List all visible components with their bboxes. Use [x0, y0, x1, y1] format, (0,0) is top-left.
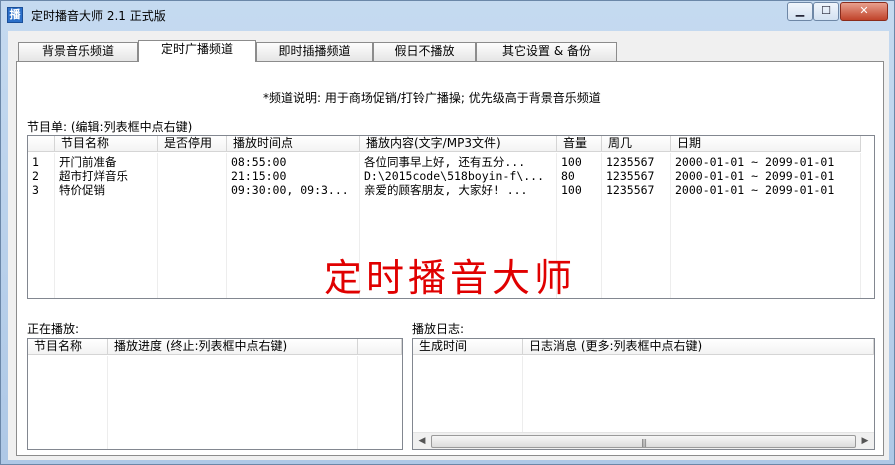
- minimize-button[interactable]: ▁: [787, 2, 813, 21]
- horizontal-scrollbar[interactable]: ◀ ||| ▶: [413, 432, 874, 449]
- col-log-message[interactable]: 日志消息 (更多:列表框中点右键): [523, 339, 874, 355]
- row-volume: 100: [561, 183, 582, 197]
- row-disabled: [158, 155, 227, 169]
- program-list-label: 节目单: (编辑:列表框中点右键): [27, 120, 193, 134]
- row-program-name: 开门前准备: [59, 155, 117, 169]
- tab-instant-insert[interactable]: 即时插播频道: [256, 42, 373, 61]
- col-program-name[interactable]: 节目名称: [55, 136, 158, 152]
- row-play-time: 08:55:00: [231, 155, 287, 169]
- title-bar[interactable]: 播 定时播音大师 2.1 正式版 ▁ ☐ ✕: [1, 1, 894, 31]
- row-play-content: D:\2015code\518boyin-f\...: [364, 169, 545, 183]
- row-disabled: [158, 183, 227, 197]
- play-log-header: 生成时间 日志消息 (更多:列表框中点右键): [413, 339, 874, 355]
- tab-holiday-no-play[interactable]: 假日不播放: [373, 42, 476, 61]
- col-empty[interactable]: [358, 339, 402, 355]
- col-program-name[interactable]: 节目名称: [28, 339, 108, 355]
- play-log-list[interactable]: 生成时间 日志消息 (更多:列表框中点右键) ◀ ||| ▶: [412, 338, 875, 450]
- grip-icon: |||: [640, 438, 647, 447]
- now-playing-body[interactable]: [28, 356, 402, 449]
- row-play-content: 各位同事早上好, 还有五分...: [364, 155, 526, 169]
- program-list-body[interactable]: 1 开门前准备 08:55:00 各位同事早上好, 还有五分... 100 12…: [28, 153, 874, 298]
- row-index: 2: [32, 169, 39, 183]
- program-list-header: 节目名称 是否停用 播放时间点 播放内容(文字/MP3文件) 音量 周几 日期: [28, 136, 861, 152]
- row-weekday: 1235567: [606, 183, 655, 197]
- row-program-name: 超市打烊音乐: [59, 169, 128, 183]
- now-playing-list[interactable]: 节目名称 播放进度 (终止:列表框中点右键): [27, 338, 403, 450]
- scroll-thumb[interactable]: |||: [431, 435, 856, 448]
- scroll-right-icon[interactable]: ▶: [857, 434, 873, 449]
- tab-other-settings-backup[interactable]: 其它设置 & 备份: [476, 42, 617, 61]
- row-date: 2000-01-01 ~ 2099-01-01: [675, 169, 835, 183]
- window-title: 定时播音大师 2.1 正式版: [31, 9, 166, 23]
- table-row[interactable]: 2 超市打烊音乐 21:15:00 D:\2015code\518boyin-f…: [28, 169, 861, 183]
- row-play-time: 21:15:00: [231, 169, 287, 183]
- now-playing-label: 正在播放:: [27, 322, 80, 336]
- table-row[interactable]: 1 开门前准备 08:55:00 各位同事早上好, 还有五分... 100 12…: [28, 155, 861, 169]
- watermark-title: 定时播音大师: [324, 256, 577, 299]
- row-play-time: 09:30:00, 09:3...: [231, 183, 349, 197]
- close-button[interactable]: ✕: [840, 2, 888, 21]
- row-date: 2000-01-01 ~ 2099-01-01: [675, 183, 835, 197]
- grid-lines: [28, 356, 402, 449]
- col-play-time[interactable]: 播放时间点: [227, 136, 360, 152]
- program-list[interactable]: 节目名称 是否停用 播放时间点 播放内容(文字/MP3文件) 音量 周几 日期: [27, 135, 875, 299]
- row-play-content: 亲爱的顾客朋友, 大家好! ...: [364, 183, 528, 197]
- row-program-name: 特价促销: [59, 183, 105, 197]
- col-play-content[interactable]: 播放内容(文字/MP3文件): [360, 136, 557, 152]
- row-date: 2000-01-01 ~ 2099-01-01: [675, 155, 835, 169]
- row-volume: 100: [561, 155, 582, 169]
- row-weekday: 1235567: [606, 155, 655, 169]
- col-volume[interactable]: 音量: [557, 136, 602, 152]
- col-date[interactable]: 日期: [671, 136, 861, 152]
- maximize-button[interactable]: ☐: [813, 2, 839, 21]
- col-play-progress[interactable]: 播放进度 (终止:列表框中点右键): [108, 339, 358, 355]
- main-window: 播 定时播音大师 2.1 正式版 ▁ ☐ ✕ 背景音乐频道 定时广播频道 即时插…: [0, 0, 895, 465]
- row-disabled: [158, 169, 227, 183]
- row-index: 3: [32, 183, 39, 197]
- now-playing-header: 节目名称 播放进度 (终止:列表框中点右键): [28, 339, 402, 355]
- play-log-label: 播放日志:: [412, 322, 465, 336]
- scroll-left-icon[interactable]: ◀: [414, 434, 430, 449]
- table-row[interactable]: 3 特价促销 09:30:00, 09:3... 亲爱的顾客朋友, 大家好! .…: [28, 183, 861, 197]
- row-volume: 80: [561, 169, 575, 183]
- row-weekday: 1235567: [606, 169, 655, 183]
- col-index[interactable]: [28, 136, 55, 152]
- tab-background-music[interactable]: 背景音乐频道: [18, 42, 138, 61]
- tab-scheduled-broadcast[interactable]: 定时广播频道: [138, 40, 256, 62]
- col-disabled[interactable]: 是否停用: [158, 136, 227, 152]
- row-index: 1: [32, 155, 39, 169]
- app-icon: 播: [7, 7, 23, 23]
- client-area: 背景音乐频道 定时广播频道 即时插播频道 假日不播放 其它设置 & 备份 *频道…: [8, 31, 889, 460]
- col-weekday[interactable]: 周几: [602, 136, 671, 152]
- col-generated-time[interactable]: 生成时间: [413, 339, 523, 355]
- tab-panel-scheduled: *频道说明: 用于商场促销/打铃广播操; 优先级高于背景音乐频道 节目单: (编…: [16, 61, 884, 456]
- channel-description: *频道说明: 用于商场促销/打铃广播操; 优先级高于背景音乐频道: [263, 91, 601, 105]
